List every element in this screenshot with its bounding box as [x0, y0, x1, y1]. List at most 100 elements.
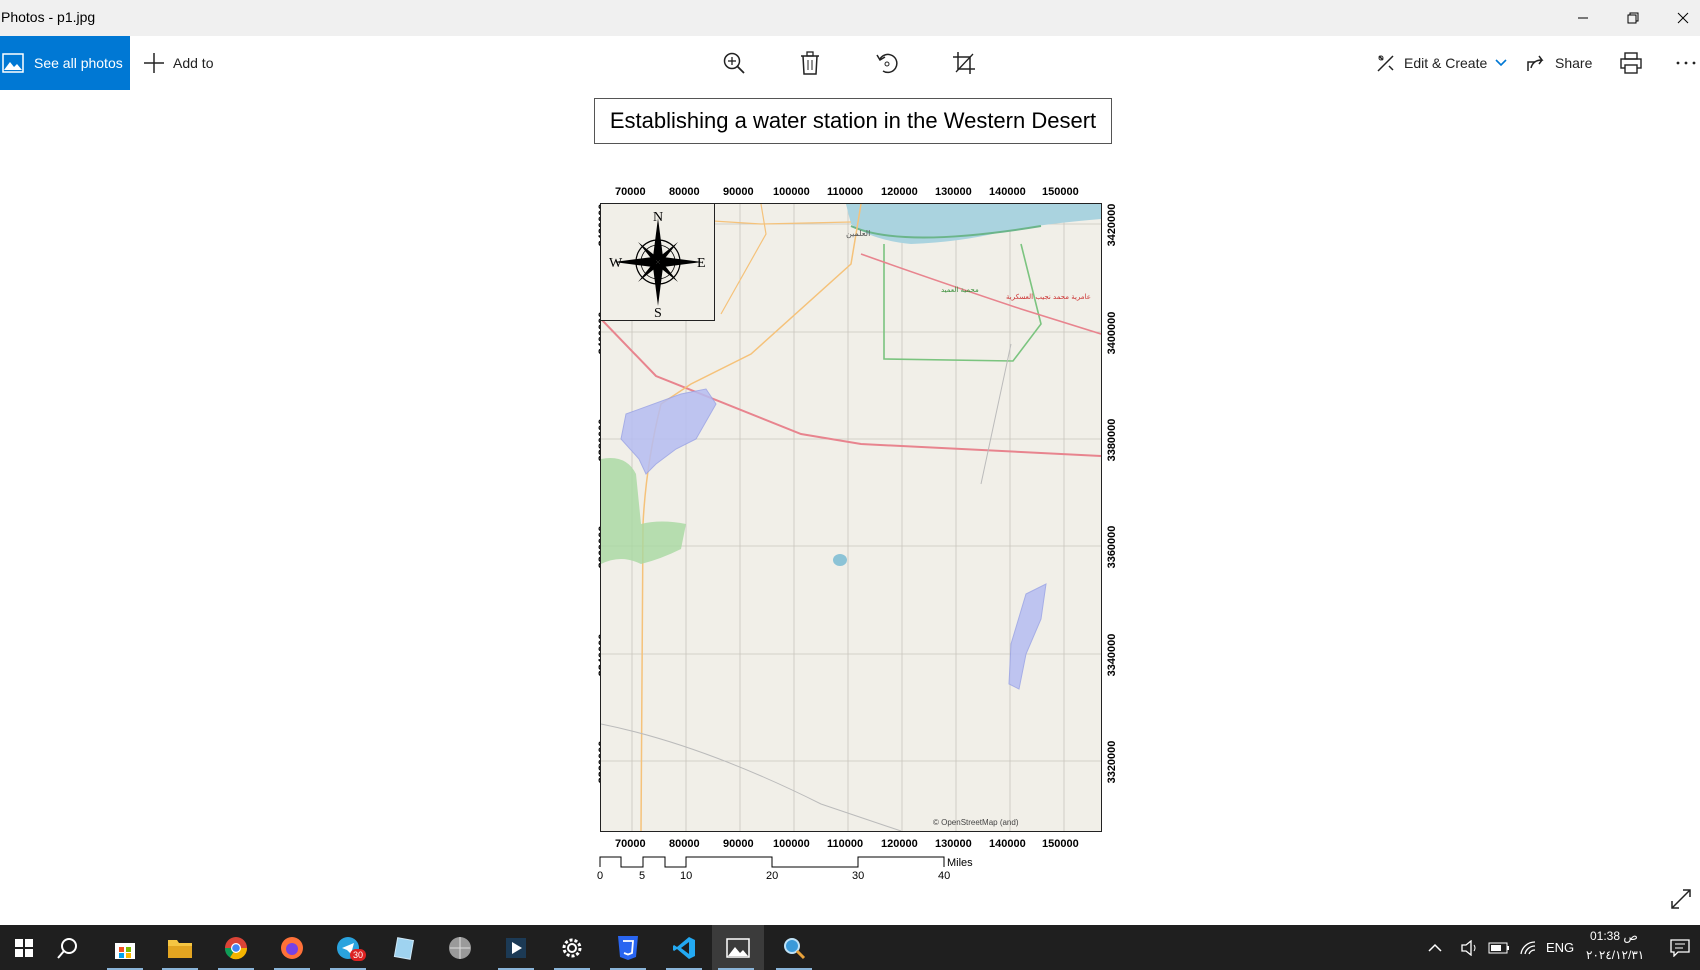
- taskbar-photos[interactable]: [712, 925, 764, 970]
- restore-button[interactable]: [1610, 0, 1656, 36]
- volume-icon: [1461, 939, 1476, 956]
- more-icon: [1676, 61, 1696, 65]
- x-tick-label: 80000: [669, 838, 700, 850]
- x-tick-label: 110000: [827, 838, 864, 850]
- window-title: Photos - p1.jpg: [1, 9, 96, 25]
- full-screen-button[interactable]: [1670, 888, 1692, 915]
- y-tick-label: 3420000: [1106, 203, 1118, 247]
- photos-icon: [726, 937, 750, 958]
- scale-label: 0: [597, 870, 604, 882]
- taskbar-telegram[interactable]: 30: [324, 925, 372, 970]
- globe-app-icon: [449, 936, 471, 959]
- firefox-icon: [281, 936, 303, 959]
- taskbar-css-app[interactable]: [604, 925, 652, 970]
- close-icon: [1677, 12, 1689, 24]
- scale-label: 5: [639, 870, 646, 882]
- x-tick-label: 70000: [615, 838, 646, 850]
- notification-icon: [1670, 938, 1690, 957]
- share-button[interactable]: Share: [1527, 36, 1592, 90]
- notepad-icon: [393, 936, 415, 960]
- taskbar-media-app[interactable]: [492, 925, 540, 970]
- taskbar-settings[interactable]: [548, 925, 596, 970]
- place-label: عامرية محمد نجيب العسكرية: [1006, 293, 1091, 301]
- minimize-button[interactable]: [1560, 0, 1606, 36]
- chevron-down-icon: [1495, 59, 1507, 67]
- y-tick-label: 3380000: [1106, 418, 1118, 462]
- minimize-icon: [1578, 17, 1588, 19]
- show-hidden-icons-button[interactable]: [1420, 925, 1450, 970]
- compass-n-label: N: [653, 210, 663, 225]
- print-button[interactable]: [1620, 36, 1642, 90]
- taskbar-globe-app[interactable]: [436, 925, 484, 970]
- x-tick-label: 90000: [723, 838, 754, 850]
- start-button[interactable]: [0, 925, 48, 970]
- photos-gallery-icon: [2, 53, 24, 73]
- delete-button[interactable]: [799, 36, 821, 90]
- taskbar-file-explorer[interactable]: [156, 925, 204, 970]
- x-tick-label: 150000: [1042, 186, 1079, 198]
- x-tick-label: 150000: [1042, 838, 1079, 850]
- add-to-label: Add to: [173, 55, 214, 71]
- volume-button[interactable]: [1455, 925, 1485, 970]
- x-tick-label: 130000: [935, 186, 972, 198]
- rotate-button[interactable]: [875, 36, 899, 90]
- close-button[interactable]: [1660, 0, 1700, 36]
- add-to-button[interactable]: Add to: [143, 36, 213, 90]
- x-tick-label: 140000: [989, 838, 1026, 850]
- see-all-photos-button[interactable]: See all photos: [0, 36, 130, 90]
- taskbar-vscode[interactable]: [660, 925, 708, 970]
- map-title: Establishing a water station in the West…: [594, 98, 1112, 144]
- chrome-icon: [224, 936, 248, 959]
- crop-icon: [953, 52, 975, 74]
- css3-icon: [618, 935, 638, 960]
- store-icon: [115, 942, 135, 959]
- clock-date[interactable]: ٢٠٢٤/١٢/٣١: [1586, 948, 1644, 962]
- crop-button[interactable]: [952, 36, 976, 90]
- x-tick-label: 120000: [881, 186, 918, 198]
- taskbar-store[interactable]: [101, 925, 149, 970]
- x-tick-label: 80000: [669, 186, 700, 198]
- zoom-button[interactable]: [722, 36, 746, 90]
- x-tick-label: 120000: [881, 838, 918, 850]
- zoom-icon: [723, 52, 745, 74]
- x-tick-label: 100000: [773, 186, 810, 198]
- taskbar-search-button[interactable]: [44, 925, 92, 970]
- scale-label: 20: [766, 870, 779, 882]
- search-icon: [57, 937, 77, 959]
- rotate-icon: [876, 53, 898, 74]
- map-canvas[interactable]: العلمين محمية العميد عامرية محمد نجيب ال…: [600, 203, 1102, 832]
- study-area-polygon: [620, 388, 717, 475]
- x-tick-label: 90000: [723, 186, 754, 198]
- plus-icon: [144, 53, 164, 73]
- more-options-button[interactable]: [1676, 36, 1696, 90]
- x-tick-label: 130000: [935, 838, 972, 850]
- taskbar-chrome[interactable]: [212, 925, 260, 970]
- scale-label: 30: [852, 870, 865, 882]
- edit-create-icon: [1377, 55, 1394, 72]
- scale-label: 10: [680, 870, 693, 882]
- x-tick-label: 70000: [615, 186, 646, 198]
- scale-unit-label: Miles: [947, 857, 973, 869]
- delete-icon: [801, 51, 819, 75]
- see-all-photos-label: See all photos: [34, 55, 123, 71]
- taskbar-notepad[interactable]: [380, 925, 428, 970]
- edit-create-button[interactable]: Edit & Create: [1376, 36, 1507, 90]
- study-area-polygon: [1008, 583, 1047, 690]
- scale-bar: [599, 856, 945, 868]
- battery-button[interactable]: [1484, 925, 1514, 970]
- clock-time[interactable]: 01:38 ص: [1590, 929, 1638, 943]
- taskbar-search-app[interactable]: [770, 925, 818, 970]
- battery-icon: [1488, 942, 1509, 953]
- map-attribution: © OpenStreetMap (and): [933, 818, 1019, 827]
- network-button[interactable]: [1513, 925, 1543, 970]
- notifications-button[interactable]: [1660, 925, 1700, 970]
- compass-w-label: W: [609, 256, 623, 271]
- place-label: العلمين: [846, 229, 870, 238]
- restore-icon: [1627, 12, 1639, 24]
- language-indicator[interactable]: ENG: [1546, 940, 1574, 955]
- x-tick-label: 100000: [773, 838, 810, 850]
- taskbar-firefox[interactable]: [268, 925, 316, 970]
- search-app-icon: [784, 937, 806, 959]
- windows-start-icon: [15, 938, 33, 957]
- compass-e-label: E: [697, 256, 706, 271]
